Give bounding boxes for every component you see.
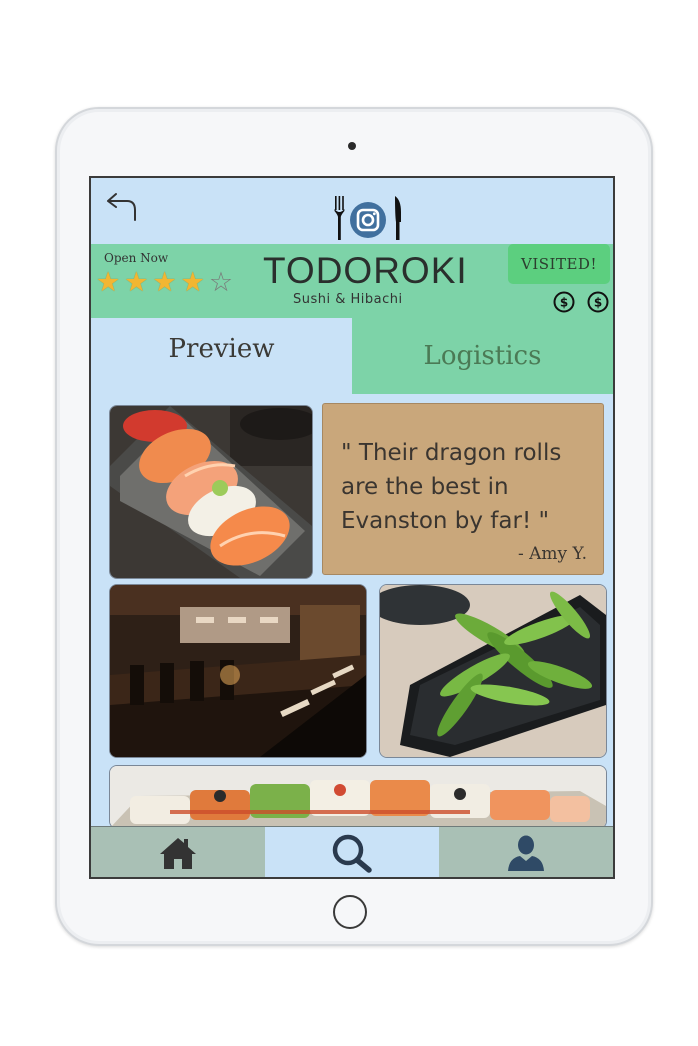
nav-search[interactable]: [265, 827, 439, 877]
review-card: " Their dragon rolls are the best in Eva…: [322, 403, 604, 575]
star-full-icon: ★: [152, 267, 177, 298]
visited-button[interactable]: VISITED!: [508, 244, 610, 284]
app-screen: Open Now ★ ★ ★ ★ ☆ TODOROKI Sushi & Hiba…: [89, 176, 615, 879]
camera-icon: [350, 202, 386, 238]
sushi-rolls-photo[interactable]: [109, 765, 607, 829]
hardware-home-button[interactable]: [333, 895, 367, 929]
nav-home[interactable]: [91, 827, 265, 877]
review-author: - Amy Y.: [518, 544, 587, 564]
sushi-nigiri-photo[interactable]: [109, 405, 313, 579]
restaurant-interior-photo[interactable]: [109, 584, 367, 758]
nav-profile[interactable]: [439, 827, 613, 877]
home-icon: [160, 837, 196, 869]
cuisine-label: Sushi & Hibachi: [293, 292, 403, 307]
camera-dot: [348, 142, 356, 150]
knife-icon: [395, 196, 401, 240]
review-quote: " Their dragon rolls are the best in Eva…: [341, 440, 562, 534]
star-full-icon: ★: [180, 267, 205, 298]
svg-text:$: $: [594, 296, 602, 310]
restaurant-name: TODOROKI: [263, 250, 468, 291]
fork-icon: [334, 196, 345, 240]
app-logo-icon: [334, 196, 401, 240]
restaurant-header: Open Now ★ ★ ★ ★ ☆ TODOROKI Sushi & Hiba…: [91, 244, 613, 318]
svg-text:$: $: [560, 296, 568, 310]
edamame-photo[interactable]: [379, 584, 607, 758]
tab-logistics[interactable]: Logistics: [352, 318, 613, 394]
search-icon: [332, 834, 372, 873]
user-icon: [508, 835, 544, 871]
dollar-icon: $: [553, 291, 575, 313]
open-status: Open Now: [104, 251, 169, 265]
back-arrow-icon[interactable]: [105, 192, 139, 222]
tab-preview[interactable]: Preview: [91, 318, 352, 394]
dollar-icon: $: [587, 291, 609, 313]
star-full-icon: ★: [96, 267, 121, 298]
star-rating: ★ ★ ★ ★ ☆: [96, 268, 233, 298]
star-full-icon: ★: [124, 267, 149, 298]
bottom-nav: [91, 826, 613, 877]
star-empty-icon: ☆: [208, 267, 234, 298]
